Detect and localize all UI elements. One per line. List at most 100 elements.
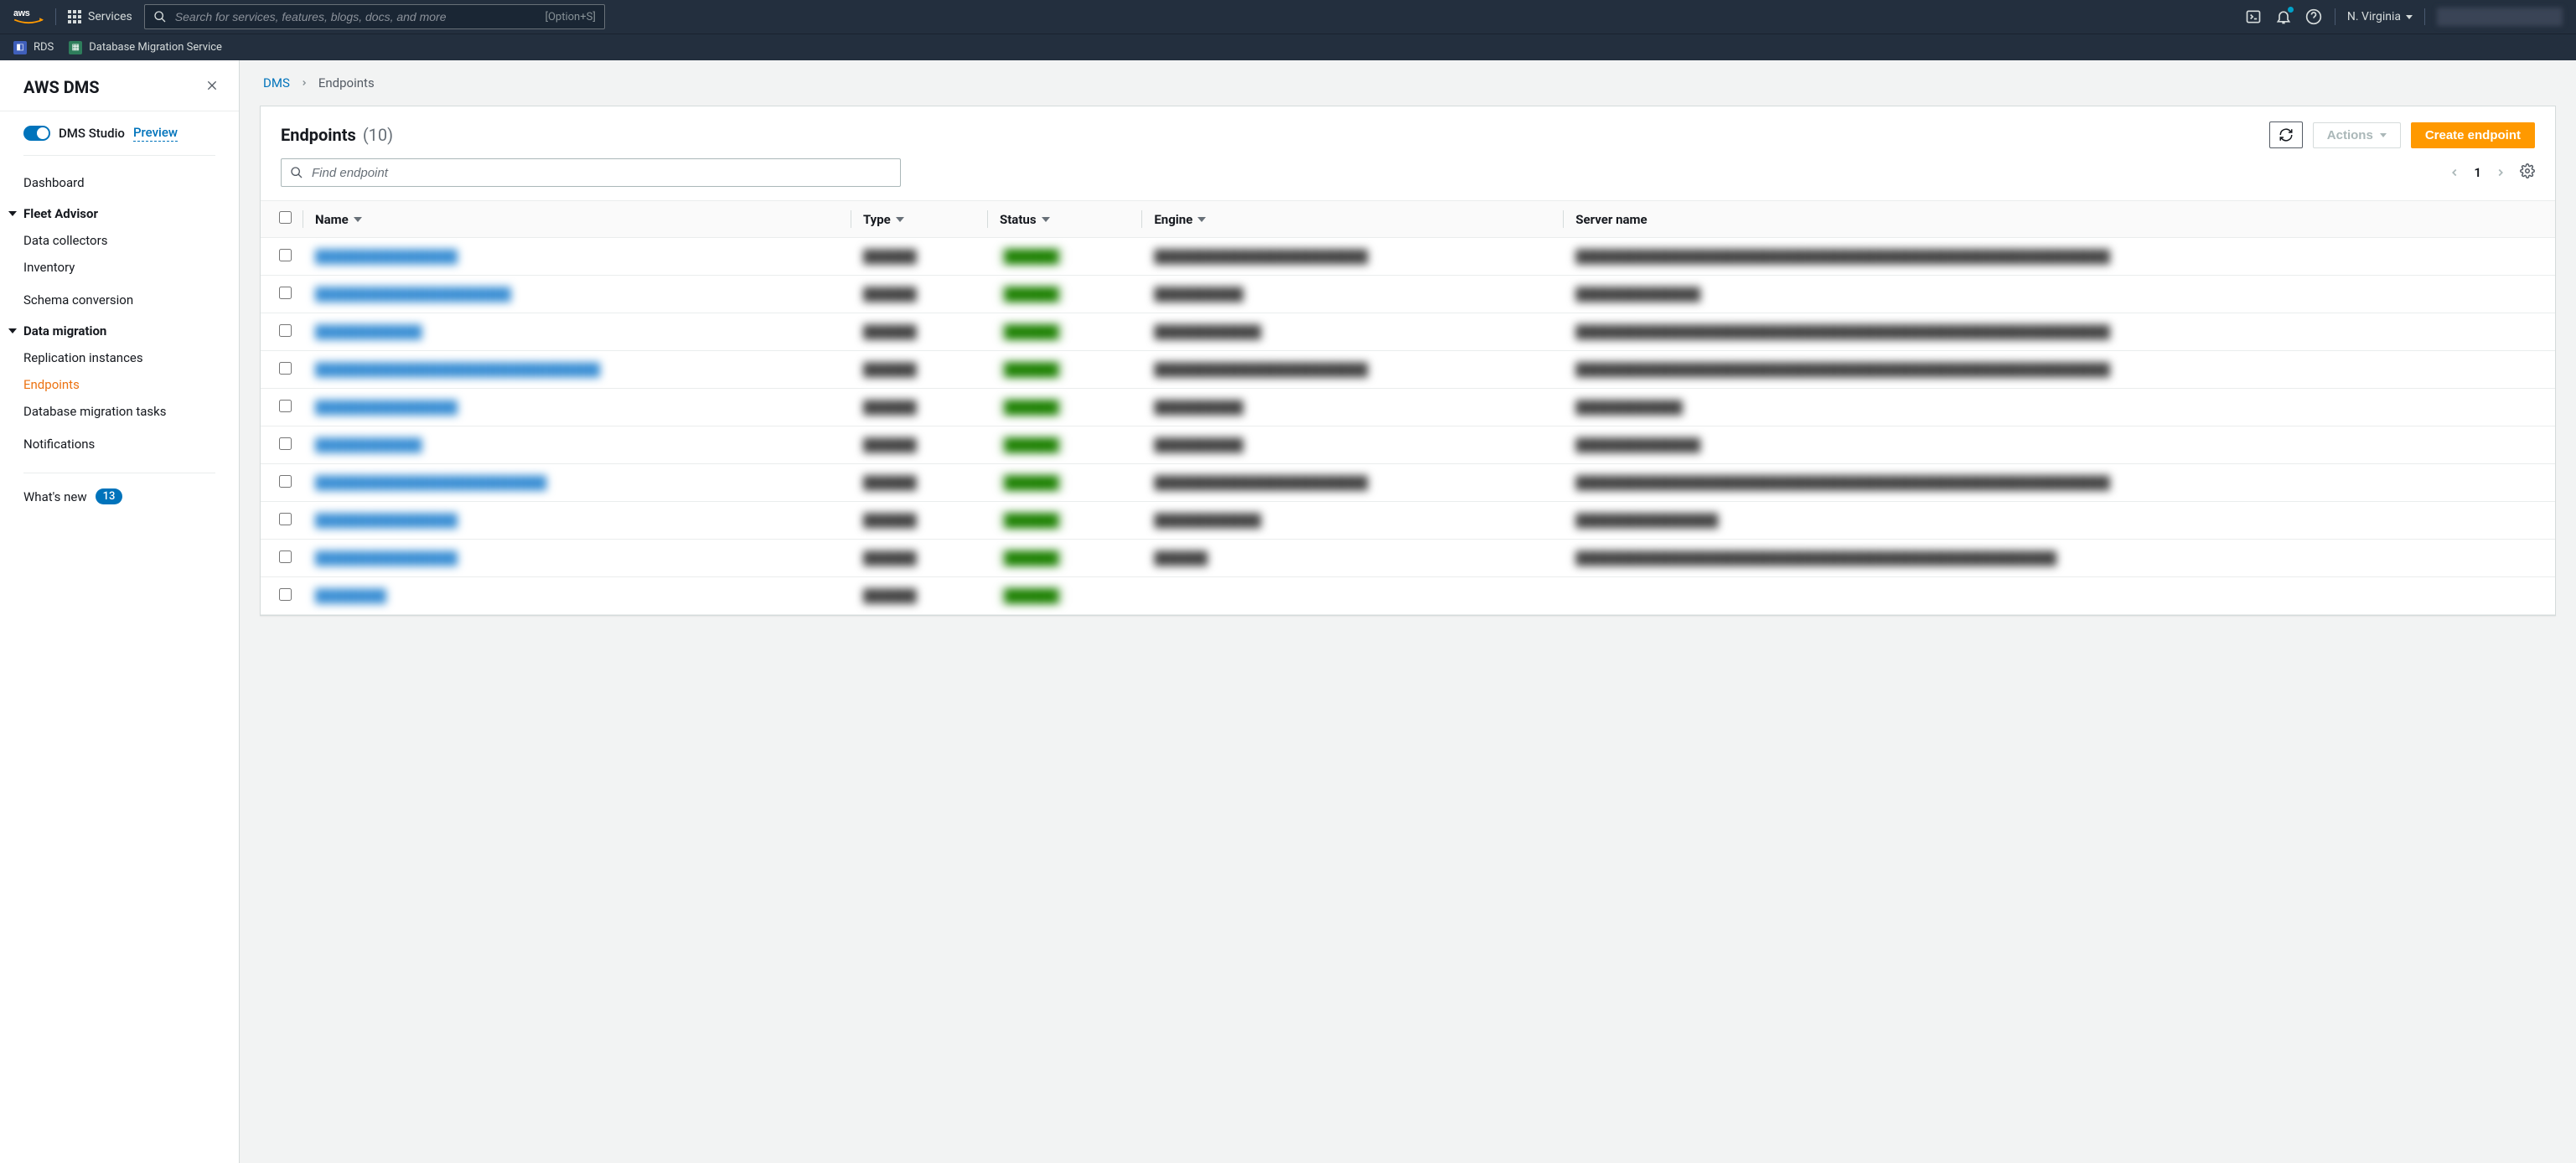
chevron-down-icon [8,211,17,216]
chevron-right-icon [300,75,308,90]
page-prev-button[interactable] [2449,167,2460,178]
endpoint-name-link[interactable]: ████████████████ [315,249,458,264]
cloudshell-icon[interactable] [2244,8,2263,26]
endpoint-engine: ████████████████████████ [1154,475,1368,490]
row-checkbox[interactable] [279,362,292,375]
row-checkbox[interactable] [279,400,292,412]
col-label: Name [315,212,349,227]
table-row: ████████████████████████████████████████… [261,238,2555,276]
endpoint-name-link[interactable]: ██████████████████████████ [315,475,546,490]
sidebar-item-endpoints[interactable]: Endpoints [23,371,239,398]
row-checkbox[interactable] [279,513,292,525]
sidebar-item-migration-tasks[interactable]: Database migration tasks [23,398,239,425]
gear-icon [2520,163,2535,178]
sidebar-close-button[interactable] [205,79,219,96]
table-settings-button[interactable] [2520,163,2535,182]
col-name[interactable]: Name [303,201,851,238]
sidebar-heading-data-migration[interactable]: Data migration [23,313,239,344]
search-icon [153,10,167,23]
endpoint-server: ████████████████ [1575,513,1718,528]
whats-new-count: 13 [96,488,123,504]
sidebar: AWS DMS DMS Studio Preview Dashboard Fle… [0,60,240,1163]
col-status[interactable]: Status [988,201,1142,238]
col-label: Type [863,212,891,227]
actions-label: Actions [2327,128,2373,142]
row-checkbox[interactable] [279,249,292,261]
sidebar-item-inventory[interactable]: Inventory [23,254,239,281]
notifications-icon[interactable] [2274,8,2293,26]
notification-badge [2288,7,2294,13]
global-header: aws Services [Option+S] N. Virginia [0,0,2576,34]
breadcrumb-root[interactable]: DMS [263,75,290,90]
endpoint-status-badge: ██████ [1000,473,1063,492]
dms-studio-toggle[interactable] [23,126,50,141]
endpoint-name-link[interactable]: ████████████ [315,324,422,339]
table-row: ████████████████████████████████████████… [261,351,2555,389]
endpoint-name-link[interactable]: ████████████████ [315,513,458,528]
col-label: Engine [1154,212,1192,227]
row-checkbox[interactable] [279,550,292,563]
endpoint-status-badge: ██████ [1000,285,1063,303]
endpoint-type: ██████ [863,287,917,302]
col-engine[interactable]: Engine [1142,201,1564,238]
endpoint-server: ██████████████ [1575,437,1700,452]
row-checkbox[interactable] [279,437,292,450]
header-right: N. Virginia [2244,8,2563,26]
row-checkbox[interactable] [279,324,292,337]
sidebar-item-notifications[interactable]: Notifications [23,425,239,457]
endpoint-type: ██████ [863,249,917,264]
aws-logo[interactable]: aws [13,8,44,26]
endpoint-status-badge: ██████ [1000,587,1063,605]
endpoint-server: ████████████ [1575,400,1683,415]
svc-link-rds[interactable]: ◧ RDS [13,41,54,54]
col-label: Server name [1575,212,1647,227]
endpoint-status-badge: ██████ [1000,360,1063,379]
search-input[interactable] [175,10,537,23]
sidebar-item-label: Schema conversion [23,292,133,308]
create-endpoint-button[interactable]: Create endpoint [2411,122,2535,148]
endpoint-name-link[interactable]: ████████████████ [315,550,458,566]
sidebar-whats-new[interactable]: What's new 13 [0,473,239,519]
region-label: N. Virginia [2347,10,2401,23]
services-menu-button[interactable]: Services [68,10,132,23]
svc-link-dms[interactable]: ▦ Database Migration Service [69,41,222,54]
page-next-button[interactable] [2495,167,2506,178]
sort-icon [354,217,362,222]
col-type[interactable]: Type [851,201,988,238]
endpoint-engine: ██████████ [1154,400,1243,415]
select-all-checkbox[interactable] [279,211,292,224]
row-checkbox[interactable] [279,475,292,488]
endpoint-engine: ██████ [1154,550,1208,566]
preview-badge[interactable]: Preview [133,125,178,142]
sidebar-item-label: Data collectors [23,233,107,248]
region-selector[interactable]: N. Virginia [2347,10,2413,23]
endpoint-name-link[interactable]: ████████████████ [315,400,458,415]
row-checkbox[interactable] [279,287,292,299]
table-row: ████████████████████████████████████████… [261,502,2555,540]
whats-new-label: What's new [23,489,87,504]
refresh-button[interactable] [2269,121,2303,148]
divider [55,8,56,25]
endpoint-name-link[interactable]: ████████████ [315,437,422,452]
create-endpoint-label: Create endpoint [2425,128,2521,142]
account-menu[interactable] [2437,8,2563,26]
find-endpoint-search[interactable] [281,158,901,187]
endpoint-name-link[interactable]: ████████ [315,588,386,603]
col-server[interactable]: Server name [1564,201,2555,238]
endpoint-name-link[interactable]: ██████████████████████ [315,287,511,302]
sidebar-heading-fleet-advisor[interactable]: Fleet Advisor [23,196,239,227]
endpoint-engine: ██████████ [1154,437,1243,452]
endpoint-name-link[interactable]: ████████████████████████████████ [315,362,600,377]
sidebar-item-data-collectors[interactable]: Data collectors [23,227,239,254]
sort-icon [1197,217,1206,222]
global-search[interactable]: [Option+S] [144,4,605,29]
sidebar-item-replication-instances[interactable]: Replication instances [23,344,239,371]
help-icon[interactable] [2304,8,2323,26]
row-checkbox[interactable] [279,588,292,601]
service-nav-bar: ◧ RDS ▦ Database Migration Service [0,34,2576,60]
sidebar-item-dashboard[interactable]: Dashboard [23,169,239,196]
sidebar-item-schema-conversion[interactable]: Schema conversion [23,281,239,313]
actions-dropdown[interactable]: Actions [2313,122,2401,148]
find-endpoint-input[interactable] [312,166,892,180]
table-row: ████████████████████████████████████████… [261,276,2555,313]
